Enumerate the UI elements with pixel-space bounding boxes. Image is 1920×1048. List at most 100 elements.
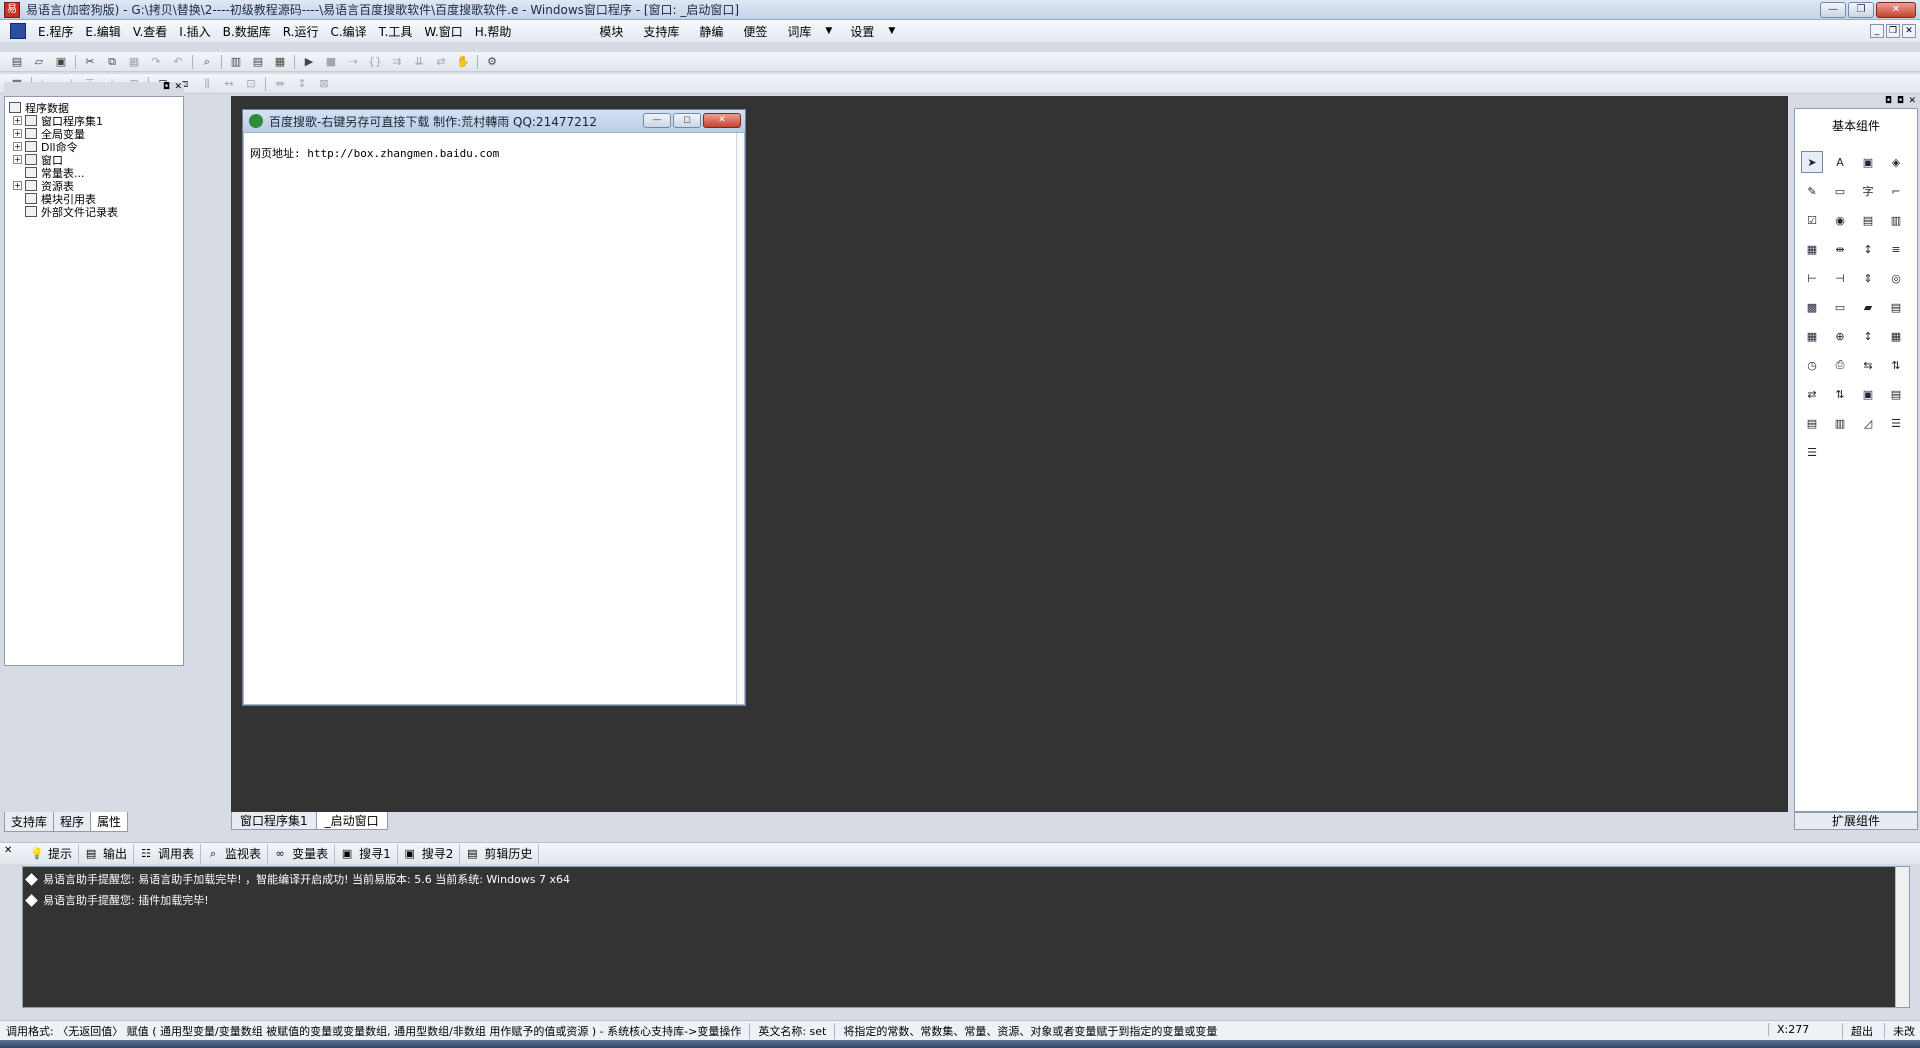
output-panel[interactable]: 易语言助手提醒您: 易语言助手加载完毕! ，智能编译开启成功! 当前易版本: 5…: [22, 866, 1910, 1008]
component-27-icon[interactable]: ▦: [1885, 325, 1907, 347]
component-40-icon[interactable]: ☰: [1801, 441, 1823, 463]
tree-item-global-vars[interactable]: + 全局变量: [9, 127, 183, 141]
output-tab-7[interactable]: ▤ 剪辑历史: [460, 843, 540, 864]
stop-icon[interactable]: ■: [322, 53, 340, 71]
form-maximize-button[interactable]: ◻: [673, 113, 701, 128]
component-3-icon[interactable]: ◈: [1885, 151, 1907, 173]
panel-pin-button[interactable]: ◘: [163, 82, 170, 92]
component-33-icon[interactable]: ⇅: [1829, 383, 1851, 405]
output-tab-3[interactable]: ⌕ 监视表: [201, 843, 269, 864]
component-39-icon[interactable]: ☰: [1885, 412, 1907, 434]
menu-run[interactable]: R.运行: [277, 23, 325, 40]
component-8-icon[interactable]: ☑: [1801, 209, 1823, 231]
component-16-icon[interactable]: ⊢: [1801, 267, 1823, 289]
tree-item-external-files[interactable]: 外部文件记录表: [9, 205, 183, 219]
component-15-icon[interactable]: ≡: [1885, 238, 1907, 260]
redo-icon[interactable]: ↷: [147, 53, 165, 71]
form-canvas[interactable]: 网页地址: http://box.zhangmen.baidu.com: [243, 132, 745, 705]
component-35-icon[interactable]: ▤: [1885, 383, 1907, 405]
undo-icon[interactable]: ↶: [169, 53, 187, 71]
component-34-icon[interactable]: ▣: [1857, 383, 1879, 405]
mdi-minimize-button[interactable]: _: [1870, 24, 1884, 38]
menu-window[interactable]: W.窗口: [418, 23, 468, 40]
component-36-icon[interactable]: ▤: [1801, 412, 1823, 434]
panel-close-button[interactable]: ✕: [1908, 96, 1916, 106]
component-7-icon[interactable]: ⌐: [1885, 180, 1907, 202]
component-11-icon[interactable]: ▥: [1885, 209, 1907, 231]
output-tab-0[interactable]: 💡 提示: [24, 843, 80, 864]
step2-icon[interactable]: {}: [366, 53, 384, 71]
tab-assembly[interactable]: 窗口程序集1: [231, 812, 317, 830]
component-9-icon[interactable]: ◉: [1829, 209, 1851, 231]
panel-pin-button[interactable]: ◘: [1885, 96, 1892, 106]
component-31-icon[interactable]: ⇅: [1885, 354, 1907, 376]
step1-icon[interactable]: ⇢: [344, 53, 362, 71]
lock-icon[interactable]: ⊠: [315, 75, 333, 93]
panel-float-button[interactable]: ◘: [1897, 96, 1904, 106]
menu-settings[interactable]: 设置: [840, 23, 884, 40]
expand-icon[interactable]: +: [13, 181, 22, 190]
tree-item-assembly[interactable]: + 窗口程序集1: [9, 114, 183, 128]
component-5-icon[interactable]: ▭: [1829, 180, 1851, 202]
component-37-icon[interactable]: ▥: [1829, 412, 1851, 434]
step3-icon[interactable]: ⇉: [388, 53, 406, 71]
menu-static-compile[interactable]: 静编: [689, 23, 733, 40]
layout2-icon[interactable]: ▤: [249, 53, 267, 71]
copy-icon[interactable]: ⧉: [103, 53, 121, 71]
component-26-icon[interactable]: ↕: [1857, 325, 1879, 347]
component-20-icon[interactable]: ▩: [1801, 296, 1823, 318]
hspace-icon[interactable]: ↔: [220, 75, 238, 93]
component-24-icon[interactable]: ▦: [1801, 325, 1823, 347]
menu-notes[interactable]: 便签: [733, 23, 777, 40]
basic-components-title[interactable]: 基本组件: [1795, 117, 1917, 134]
component-19-icon[interactable]: ◎: [1885, 267, 1907, 289]
component-28-icon[interactable]: ◷: [1801, 354, 1823, 376]
close-button[interactable]: ✕: [1876, 2, 1916, 18]
center-v-icon[interactable]: ↕: [293, 75, 311, 93]
component-29-icon[interactable]: ⎙: [1829, 354, 1851, 376]
step4-icon[interactable]: ⇊: [410, 53, 428, 71]
output-tab-5[interactable]: ▣ 搜寻1: [335, 843, 398, 864]
tab-program[interactable]: 程序: [53, 812, 92, 832]
chevron-down-icon[interactable]: ▼: [825, 26, 832, 36]
expand-icon[interactable]: +: [13, 129, 22, 138]
component-10-icon[interactable]: ▤: [1857, 209, 1879, 231]
component-30-icon[interactable]: ⇆: [1857, 354, 1879, 376]
maximize-button[interactable]: ❐: [1848, 2, 1874, 18]
form-scrollbar[interactable]: [736, 133, 744, 704]
component-25-icon[interactable]: ⊕: [1829, 325, 1851, 347]
component-12-icon[interactable]: ▦: [1801, 238, 1823, 260]
component-38-icon[interactable]: ◿: [1857, 412, 1879, 434]
chevron-down-icon[interactable]: ▼: [888, 26, 895, 36]
output-scrollbar[interactable]: [1895, 867, 1909, 1007]
menu-help[interactable]: H.帮助: [469, 23, 518, 40]
url-label[interactable]: 网页地址: http://box.zhangmen.baidu.com: [250, 145, 499, 161]
form-minimize-button[interactable]: —: [643, 113, 671, 128]
tree-item-window[interactable]: + 窗口: [9, 153, 183, 167]
component-2-icon[interactable]: ▣: [1857, 151, 1879, 173]
new-icon[interactable]: ▤: [8, 53, 26, 71]
menu-module[interactable]: 模块: [589, 23, 633, 40]
component-18-icon[interactable]: ⇕: [1857, 267, 1879, 289]
mdi-close-button[interactable]: ✕: [1902, 24, 1916, 38]
menu-view[interactable]: V.查看: [127, 23, 173, 40]
vspace-icon[interactable]: ⊡: [242, 75, 260, 93]
menu-lexicon[interactable]: 词库: [777, 23, 821, 40]
tree-item-resources[interactable]: + 资源表: [9, 179, 183, 193]
output-tab-1[interactable]: ▤ 输出: [79, 843, 135, 864]
menu-insert[interactable]: I.插入: [173, 23, 216, 40]
layout3-icon[interactable]: ▦: [271, 53, 289, 71]
component-1-icon[interactable]: A: [1829, 151, 1851, 173]
component-32-icon[interactable]: ⇄: [1801, 383, 1823, 405]
component-14-icon[interactable]: ↕: [1857, 238, 1879, 260]
save-icon[interactable]: ▣: [52, 53, 70, 71]
debug-icon[interactable]: ⚙: [483, 53, 501, 71]
expand-icon[interactable]: +: [13, 116, 22, 125]
hand-icon[interactable]: ✋: [454, 53, 472, 71]
component-21-icon[interactable]: ▭: [1829, 296, 1851, 318]
step5-icon[interactable]: ⇄: [432, 53, 450, 71]
find-icon[interactable]: ⌕: [198, 53, 216, 71]
paste-icon[interactable]: ▦: [125, 53, 143, 71]
tab-startup-window[interactable]: _启动窗口: [315, 812, 388, 830]
cut-icon[interactable]: ✂: [81, 53, 99, 71]
